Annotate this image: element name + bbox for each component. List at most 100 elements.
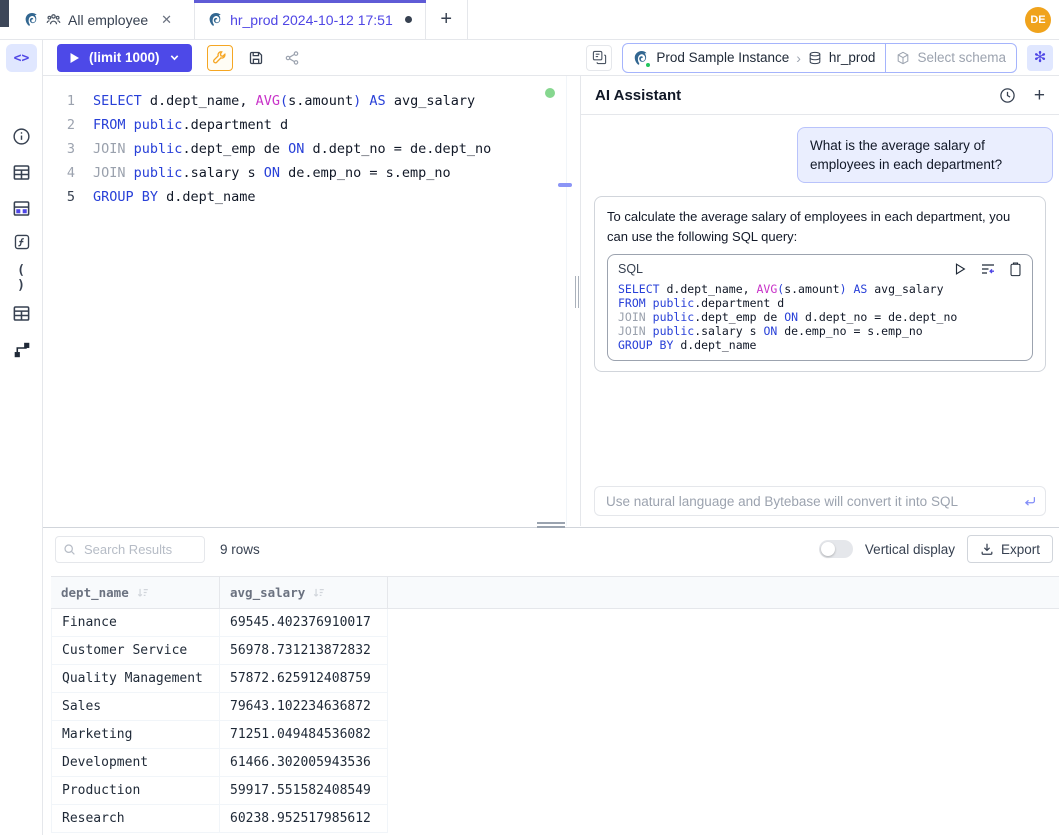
copy-button[interactable] [1009,262,1022,277]
table-row[interactable]: Customer Service56978.731213872832 [51,637,1059,665]
code-line: 5GROUP BY d.dept_name [43,185,580,209]
tab-label: hr_prod 2024-10-12 17:51 [230,12,393,28]
editor-scrollbar-thumb[interactable] [558,183,572,187]
table-row[interactable]: Finance69545.402376910017 [51,609,1059,637]
history-button[interactable] [999,87,1016,104]
sidebar-item-functions[interactable] [10,230,33,253]
close-icon[interactable]: ✕ [161,12,172,28]
app-logo-strip [0,0,9,27]
instance-status-dot [645,62,651,68]
line-number: 5 [43,185,75,209]
save-button[interactable] [243,45,269,71]
row-filler [388,805,1059,833]
cell-avg-salary: 61466.302005943536 [220,749,388,777]
instance-database-select[interactable]: Prod Sample Instance › hr_prod [623,44,885,72]
cell-avg-salary: 60238.952517985612 [220,805,388,833]
column-header-dept-name[interactable]: dept_name [51,577,220,608]
sql-code-card: SQL [607,254,1033,361]
batch-query-button[interactable] [586,45,612,71]
row-filler [388,721,1059,749]
row-filler [388,777,1059,805]
tab-hr-prod[interactable]: hr_prod 2024-10-12 17:51 [194,0,426,39]
row-filler [388,749,1059,777]
tab-all-employee[interactable]: All employee ✕ [11,0,185,39]
postgres-icon [208,12,223,27]
sidebar-item-tables[interactable] [10,161,33,184]
code-line: 2FROM public.department d [43,113,580,137]
table-row[interactable]: Research60238.952517985612 [51,805,1059,833]
postgres-icon [24,12,39,27]
database-name: hr_prod [829,50,876,65]
sql-editor[interactable]: 1SELECT d.dept_name, AVG(s.amount) AS av… [43,76,580,526]
code-line: 4JOIN public.salary s ON de.emp_no = s.e… [43,161,580,185]
enter-key-icon[interactable] [1023,494,1037,508]
cell-avg-salary: 56978.731213872832 [220,637,388,665]
sidebar-item-schema-diagram[interactable] [10,197,33,220]
results-panel: 9 rows Vertical display Export dept_name [43,527,1059,835]
wrench-icon [212,50,227,65]
cell-dept-name: Customer Service [51,637,220,665]
export-button[interactable]: Export [967,535,1053,563]
sort-icon[interactable] [312,586,325,599]
search-icon [63,543,76,556]
table-row[interactable]: Sales79643.102234636872 [51,693,1059,721]
table-row[interactable]: Marketing71251.049484536082 [51,721,1059,749]
code-line: 3JOIN public.dept_emp de ON d.dept_no = … [43,137,580,161]
editor-toolbar: (limit 1000) [43,40,1059,76]
results-toolbar: 9 rows Vertical display Export [43,528,1059,570]
share-button[interactable] [279,45,305,71]
search-results-input[interactable] [55,536,205,563]
line-number: 1 [43,89,75,113]
cell-avg-salary: 71251.049484536082 [220,721,388,749]
save-icon [248,50,264,66]
results-resize-handle[interactable] [537,522,565,528]
sidebar-item-lineage[interactable] [10,338,33,361]
parentheses-icon: ( ) [10,263,33,293]
sort-icon[interactable] [136,586,149,599]
run-label: (limit 1000) [89,50,160,65]
export-label: Export [1001,542,1040,557]
info-icon [12,127,31,146]
sidebar-item-procedures[interactable]: ( ) [10,266,33,289]
ai-prompt-input[interactable] [594,486,1046,516]
code-line: SELECT d.dept_name, AVG(s.amount) AS avg… [618,282,1022,296]
table-row[interactable]: Production59917.551582408549 [51,777,1059,805]
tab-bar: All employee ✕ hr_prod 2024-10-12 17:51 … [0,0,1059,40]
row-filler [388,665,1059,693]
new-tab-button[interactable]: + [426,0,468,39]
clock-icon [999,87,1016,104]
sidebar-item-sql-editor[interactable]: <> [6,44,37,72]
cell-avg-salary: 79643.102234636872 [220,693,388,721]
cell-dept-name: Sales [51,693,220,721]
table-row[interactable]: Quality Management57872.625912408759 [51,665,1059,693]
schema-diagram-icon [12,199,31,218]
vertical-display-label: Vertical display [865,542,955,557]
new-chat-button[interactable]: + [1034,86,1045,105]
instance-name: Prod Sample Instance [656,50,789,65]
insert-into-editor-button[interactable] [980,261,996,277]
ai-assistant-button[interactable]: ✻ [1027,45,1053,71]
batch-query-icon [592,50,607,65]
ai-sql-snippet: SELECT d.dept_name, AVG(s.amount) AS avg… [618,282,1022,352]
cell-avg-salary: 69545.402376910017 [220,609,388,637]
chevron-down-icon [169,52,180,63]
line-number: 2 [43,113,75,137]
left-sidebar: <> ( ) [0,40,43,835]
table-row[interactable]: Development61466.302005943536 [51,749,1059,777]
query-status-dot [545,88,555,98]
ai-response-card: To calculate the average salary of emplo… [594,196,1046,372]
cell-dept-name: Production [51,777,220,805]
database-icon [808,51,822,65]
sidebar-item-info[interactable] [10,125,33,148]
results-table-header: dept_name avg_salary [51,576,1059,609]
run-snippet-button[interactable] [953,262,967,276]
format-sql-button[interactable] [207,45,233,71]
avatar[interactable]: DE [1025,7,1051,33]
run-query-button[interactable]: (limit 1000) [57,44,192,72]
schema-select[interactable]: Select schema [885,44,1016,72]
row-count: 9 rows [220,542,260,557]
cell-dept-name: Quality Management [51,665,220,693]
vertical-display-toggle[interactable] [819,540,853,558]
sidebar-item-external-tables[interactable] [10,302,33,325]
column-header-avg-salary[interactable]: avg_salary [220,577,388,608]
